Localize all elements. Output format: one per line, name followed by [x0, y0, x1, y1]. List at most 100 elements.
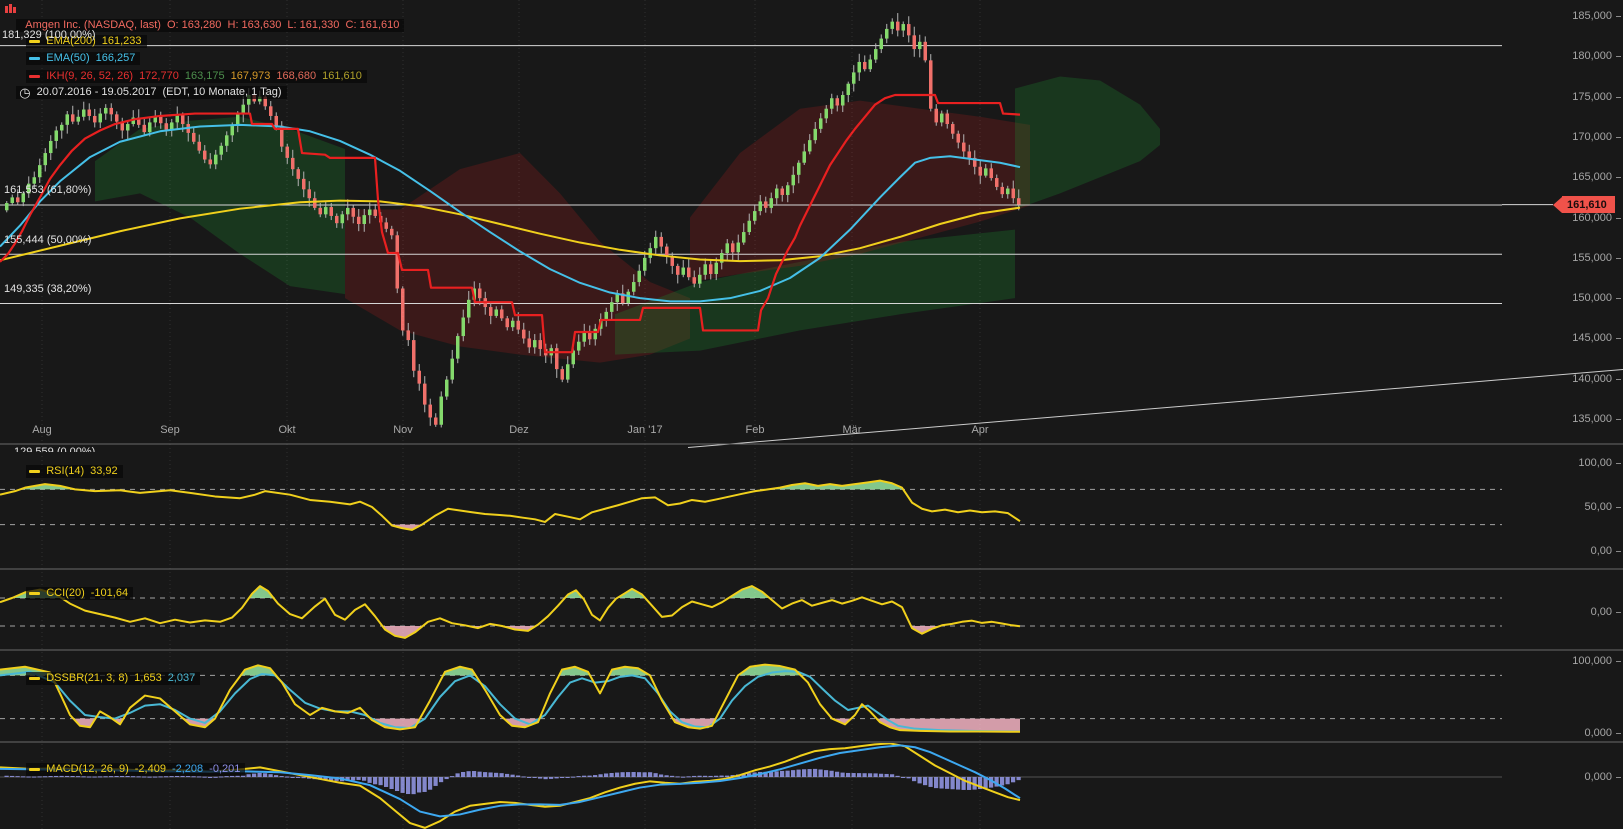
price-axis-label: 140,000 — [1572, 372, 1612, 385]
macd-histogram-bar — [576, 776, 581, 778]
candle-up — [511, 320, 515, 328]
macd-histogram-bar — [906, 777, 911, 779]
macd-histogram-bar — [725, 775, 730, 777]
candle-down — [164, 123, 168, 130]
candle-down — [692, 277, 696, 284]
candle-up — [736, 242, 740, 253]
candle-up — [775, 188, 779, 199]
macd-histogram-bar — [554, 777, 559, 779]
macd-histogram-bar — [296, 777, 301, 778]
macd-line-icon — [29, 768, 41, 771]
month-axis-label: Nov — [393, 424, 413, 436]
macd-histogram-bar — [879, 773, 884, 777]
macd-histogram-bar — [455, 773, 460, 777]
candle-up — [225, 135, 229, 146]
cci-line — [0, 585, 1021, 639]
fib-label-100: 181,329 (100,00%) — [2, 29, 96, 41]
rsi-legend-row[interactable]: RSI(14) 33,92 — [14, 451, 123, 491]
macd-histogram-bar — [279, 776, 284, 778]
candle-down — [764, 201, 768, 208]
candle-down — [423, 383, 427, 405]
macd-histogram-bar — [252, 773, 257, 777]
macd-histogram-bar — [934, 777, 939, 789]
cci-line-icon — [29, 592, 41, 595]
candle-up — [984, 168, 988, 176]
axis-tick — [1616, 338, 1621, 340]
trend-line[interactable] — [687, 369, 1623, 448]
candle-down — [351, 207, 355, 217]
price-axis-label: 135,000 — [1572, 413, 1612, 426]
rsi-axis-label: 100,00 — [1578, 457, 1612, 469]
candle-up — [593, 328, 597, 340]
axis-tick — [1616, 217, 1621, 219]
axis-tick — [1616, 16, 1621, 17]
candle-down — [995, 178, 999, 187]
fib-label-500: 155,444 (50,00%) — [4, 234, 92, 246]
rsi-pane[interactable] — [0, 479, 1502, 531]
candle-down — [274, 115, 278, 126]
macd-legend-row[interactable]: MACD(12, 26, 9) -2,409 -2,208 -0,201 — [14, 749, 246, 789]
candle-down — [181, 115, 185, 125]
macd-histogram-bar — [1016, 777, 1021, 781]
macd-histogram-bar — [466, 771, 471, 777]
axis-tick — [1616, 177, 1621, 179]
macd-histogram-bar — [708, 775, 713, 777]
chart-canvas[interactable] — [0, 0, 1623, 829]
candle-down — [951, 124, 955, 134]
rsi-label: RSI(14) — [46, 465, 85, 477]
dssbr-axis-label: 100,000 — [1572, 655, 1612, 667]
macd-histogram-bar — [488, 772, 493, 777]
candle-down — [956, 133, 960, 143]
macd-histogram-bar — [4, 775, 9, 777]
ikh-value-5: 161,610 — [322, 70, 362, 82]
price-axis-label: 165,000 — [1572, 171, 1612, 184]
candle-up — [791, 174, 795, 186]
dss-pane[interactable] — [0, 663, 1502, 733]
candle-up — [918, 41, 922, 50]
candle-up — [769, 198, 773, 208]
cci-pane[interactable] — [0, 585, 1502, 639]
rsi-value: 33,92 — [90, 465, 118, 477]
macd-histogram-bar — [846, 772, 851, 777]
dssbr-axis-label: 0,000 — [1584, 727, 1612, 739]
macd-histogram-bar — [417, 777, 422, 793]
candle-down — [142, 124, 146, 133]
macd-histogram-bar — [263, 773, 268, 777]
candle-down — [505, 318, 509, 328]
dssbr-legend-row[interactable]: DSSBR(21, 3, 8) 1,653 2,037 — [14, 658, 201, 698]
candle-up — [637, 270, 641, 283]
macd-histogram-bar — [257, 772, 262, 777]
macd-histogram-bar — [461, 771, 466, 777]
candle-up — [830, 98, 834, 109]
candle-up — [65, 114, 69, 125]
macd-histogram-bar — [560, 777, 565, 778]
macd-histogram-bar — [873, 773, 878, 777]
trading-chart-app: Amgen Inc. (NASDAQ, last) O: 163,280 H: … — [0, 0, 1623, 829]
macd-histogram-bar — [483, 772, 488, 777]
candle-up — [681, 267, 685, 275]
macd-histogram-bar — [384, 777, 389, 787]
candle-up — [126, 124, 130, 131]
macd-histogram-bar — [527, 777, 532, 778]
macd-histogram-bar — [246, 774, 251, 777]
macd-histogram-bar — [1011, 777, 1016, 783]
macd-histogram-bar — [571, 776, 576, 778]
candle-up — [819, 118, 823, 129]
candle-down — [489, 307, 493, 316]
candle-up — [362, 215, 366, 224]
candle-up — [236, 114, 240, 125]
macd-histogram-bar — [675, 776, 680, 778]
month-axis-label: Dez — [509, 424, 529, 436]
candle-up — [1006, 188, 1010, 195]
candle-down — [967, 151, 971, 158]
candle-up — [846, 83, 850, 96]
candle-down — [16, 197, 20, 203]
macd-histogram-bar — [543, 777, 548, 780]
macd-histogram-bar — [774, 771, 779, 777]
cci-legend-row[interactable]: CCI(20) -101,64 — [14, 573, 134, 613]
candle-up — [714, 262, 718, 274]
macd-histogram-bar — [857, 773, 862, 777]
candle-down — [687, 267, 691, 278]
candle-up — [214, 154, 218, 165]
macd-histogram-bar — [692, 775, 697, 777]
